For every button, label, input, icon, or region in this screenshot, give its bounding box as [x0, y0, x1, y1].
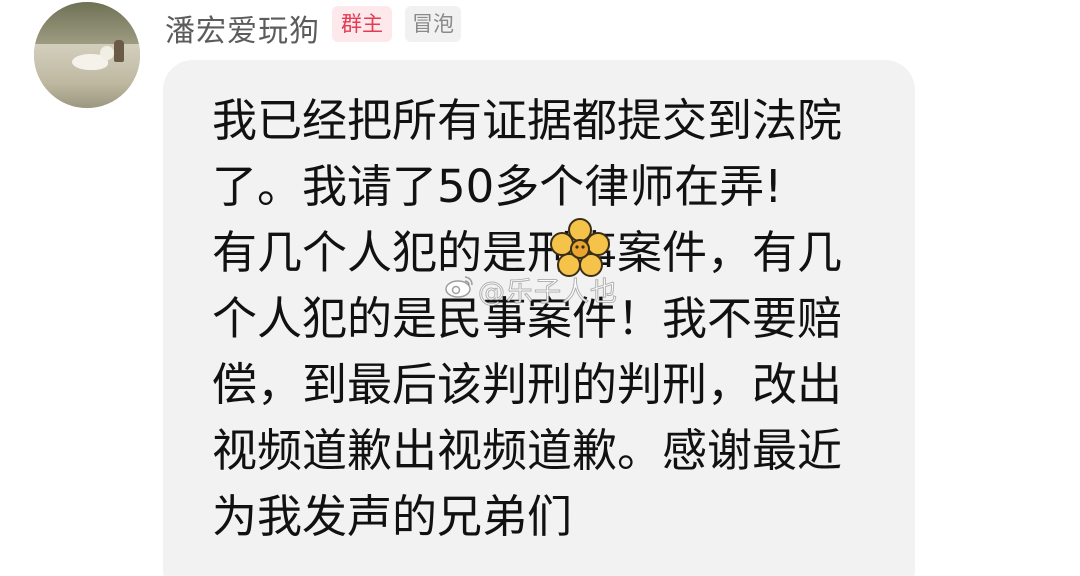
chat-screen: 潘宏爱玩狗 群主 冒泡 我已经把所有证据都提交到法院 了。我请了50多个律师在弄…	[0, 0, 1080, 576]
message-text: 我已经把所有证据都提交到法院 了。我请了50多个律师在弄! 有几个人犯的是刑事案…	[212, 94, 843, 543]
group-owner-badge: 群主	[332, 6, 392, 42]
avatar-dog-head	[100, 46, 114, 60]
watermark-text: @乐子人也	[478, 277, 618, 309]
user-avatar[interactable]	[34, 2, 140, 108]
username[interactable]: 潘宏爱玩狗	[165, 6, 320, 50]
avatar-person	[114, 40, 124, 62]
bubble-badge: 冒泡	[405, 6, 461, 42]
weibo-logo-icon	[445, 276, 473, 298]
avatar-trees	[34, 2, 140, 45]
